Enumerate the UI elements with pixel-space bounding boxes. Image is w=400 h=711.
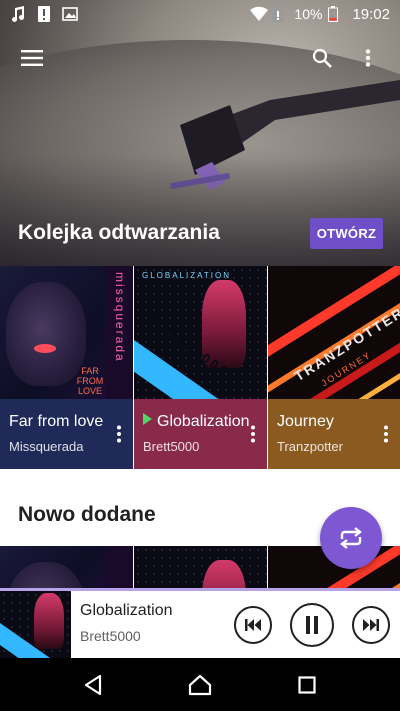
more-vert-icon[interactable] — [378, 421, 394, 447]
open-queue-button[interactable]: OTWÓRZ — [310, 218, 383, 249]
queue-card[interactable]: TRANZPOTTER JOURNEY Journey Tranzpotter — [268, 266, 400, 469]
clock: 19:02 — [352, 5, 390, 23]
wifi-icon — [250, 6, 269, 22]
music-note-icon — [10, 6, 26, 22]
track-title: Far from love — [9, 413, 104, 430]
track-title: Globalization — [143, 413, 251, 431]
pause-icon — [306, 615, 318, 634]
play-indicator-icon — [143, 413, 152, 425]
now-playing-bar[interactable]: Globalization Brett5000 — [0, 588, 400, 658]
section-title: Nowo dodane — [18, 503, 156, 526]
back-icon[interactable] — [73, 665, 113, 705]
playback-controls — [234, 591, 400, 658]
hamburger-menu-icon[interactable] — [12, 38, 52, 78]
queue-card[interactable]: missquerada FAR FROM LOVE Far from love … — [0, 266, 133, 469]
album-art-text: missquerada — [113, 272, 127, 363]
shuffle-icon — [340, 527, 362, 549]
battery-icon — [328, 6, 344, 22]
album-art-figure — [34, 593, 64, 649]
app-toolbar — [0, 28, 400, 88]
album-art-pattern — [134, 546, 267, 588]
image-icon — [62, 6, 78, 22]
recent-album-tile[interactable] — [134, 546, 267, 588]
now-playing-artist: Brett5000 — [80, 628, 141, 644]
card-info: Far from love Missquerada — [0, 399, 133, 469]
home-icon[interactable] — [180, 665, 220, 705]
album-art-detail — [34, 344, 56, 353]
card-info: Globalization Brett5000 — [134, 399, 267, 469]
queue-list: missquerada FAR FROM LOVE Far from love … — [0, 266, 400, 469]
next-button[interactable] — [352, 605, 390, 644]
hero-title: Kolejka odtwarzania — [18, 221, 220, 244]
shuffle-button[interactable] — [320, 507, 382, 569]
skip-next-icon — [363, 618, 379, 631]
album-art: TRANZPOTTER JOURNEY — [268, 266, 400, 399]
system-nav-bar — [0, 658, 400, 711]
search-icon[interactable] — [302, 38, 342, 78]
status-bar: 10% 19:02 — [0, 0, 400, 28]
sim-icon — [272, 6, 288, 22]
album-art-caption: FAR FROM LOVE — [76, 366, 104, 396]
album-art-strip — [105, 546, 133, 588]
more-vert-icon[interactable] — [111, 421, 127, 447]
alert-icon — [36, 6, 52, 22]
more-vert-icon[interactable] — [348, 38, 388, 78]
album-art: BRETT5000 GLOBALIZATION — [134, 266, 267, 399]
album-art-face — [6, 562, 86, 588]
skip-previous-icon — [245, 618, 261, 631]
battery-percent: 10% — [294, 6, 323, 22]
card-info: Journey Tranzpotter — [268, 399, 400, 469]
album-art: missquerada FAR FROM LOVE — [0, 266, 133, 399]
hero-gradient — [0, 156, 400, 266]
more-vert-icon[interactable] — [245, 421, 261, 447]
track-title: Journey — [277, 413, 334, 430]
now-playing-art — [0, 591, 71, 658]
track-title-text: Globalization — [157, 413, 250, 430]
recents-icon[interactable] — [287, 665, 327, 705]
recent-album-tile[interactable] — [0, 546, 133, 588]
now-playing-text: Globalization Brett5000 — [71, 591, 221, 658]
previous-button[interactable] — [234, 605, 272, 644]
queue-card[interactable]: BRETT5000 GLOBALIZATION Globalization Br… — [134, 266, 267, 469]
album-art-caption: GLOBALIZATION — [142, 271, 231, 280]
pause-button[interactable] — [290, 602, 334, 647]
now-playing-title: Globalization — [80, 602, 173, 619]
